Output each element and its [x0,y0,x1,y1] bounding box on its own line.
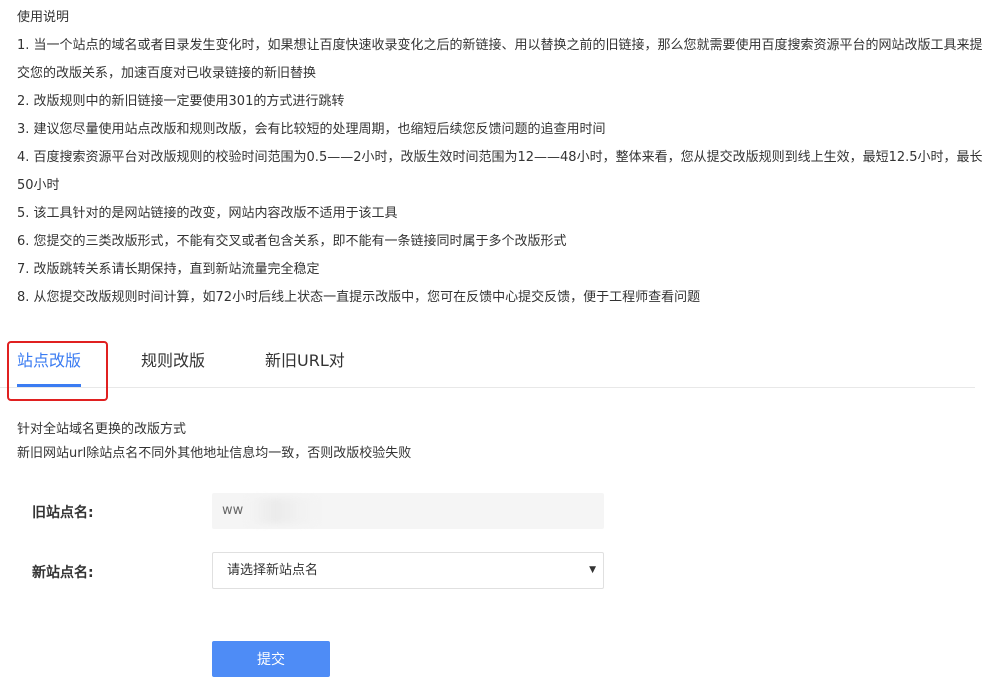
caret-down-icon: ▼ [589,565,596,575]
tab-description: 针对全站域名更换的改版方式 新旧网站url除站点名不同外其他地址信息均一致，否则… [17,418,411,466]
redacted-blur [247,498,317,524]
highlight-annotation [7,341,108,401]
new-site-select-placeholder: 请选择新站点名 [227,563,319,578]
instruction-item: 5. 该工具针对的是网站链接的改变，网站内容改版不适用于该工具 [17,206,398,221]
instructions-heading: 使用说明 [17,10,70,25]
tab-url-pair[interactable]: 新旧URL对 [265,348,345,374]
old-site-label: 旧站点名: [32,505,94,521]
submit-button[interactable]: 提交 [212,641,330,677]
description-line: 针对全站域名更换的改版方式 [17,422,187,437]
instruction-item: 6. 您提交的三类改版形式，不能有交叉或者包含关系，即不能有一条链接同时属于多个… [17,234,567,249]
description-line: 新旧网站url除站点名不同外其他地址信息均一致，否则改版校验失败 [17,446,412,461]
instruction-item: 2. 改版规则中的新旧链接一定要使用301的方式进行跳转 [17,94,345,109]
tab-rule-revision[interactable]: 规则改版 [141,348,205,374]
instruction-item: 7. 改版跳转关系请长期保持，直到新站流量完全稳定 [17,262,320,277]
new-site-label: 新站点名: [32,565,94,581]
instruction-item: 4. 百度搜索资源平台对改版规则的校验时间范围为0.5——2小时，改版生效时间范… [17,150,983,193]
instruction-item: 3. 建议您尽量使用站点改版和规则改版，会有比较短的处理周期，也缩短后续您反馈问… [17,122,606,137]
instruction-item: 8. 从您提交改版规则时间计算，如72小时后线上状态一直提示改版中，您可在反馈中… [17,290,701,305]
revision-tabs: 站点改版 规则改版 新旧URL对 [0,340,975,388]
instructions-section: 使用说明 1. 当一个站点的域名或者目录发生变化时，如果想让百度快速收录变化之后… [17,4,987,312]
instruction-item: 1. 当一个站点的域名或者目录发生变化时，如果想让百度快速收录变化之后的新链接、… [17,38,983,81]
new-site-select[interactable]: 请选择新站点名 ▼ [212,552,604,589]
